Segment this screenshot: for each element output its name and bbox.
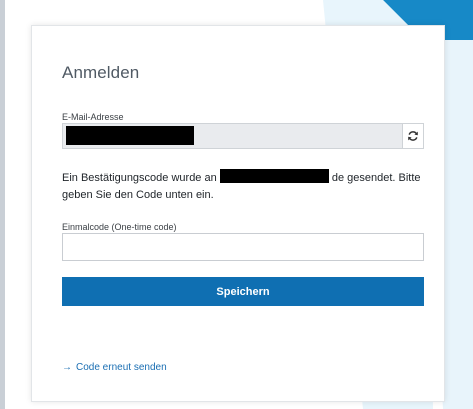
email-redaction	[66, 126, 194, 145]
login-card: Anmelden E-Mail-Adresse Ein Bestätigungs…	[31, 25, 445, 402]
resend-code-label: Code erneut senden	[76, 362, 167, 373]
info-text: Ein Bestätigungscode wurde an de gesende…	[62, 169, 427, 204]
resend-code-link[interactable]: → Code erneut senden	[62, 362, 167, 373]
page: Anmelden E-Mail-Adresse Ein Bestätigungs…	[0, 0, 473, 409]
page-title: Anmelden	[62, 63, 140, 82]
refresh-button[interactable]	[402, 124, 423, 148]
email-field	[62, 123, 424, 149]
otp-label: Einmalcode (One-time code)	[62, 222, 177, 232]
email-redaction-inline	[219, 169, 329, 183]
window-frame-edge	[0, 0, 5, 409]
arrow-right-icon: →	[62, 362, 72, 373]
save-button[interactable]: Speichern	[62, 277, 424, 306]
email-label: E-Mail-Adresse	[62, 112, 124, 122]
refresh-icon	[408, 131, 418, 141]
info-text-part1: Ein Bestätigungscode wurde an	[62, 172, 220, 184]
otp-input[interactable]	[62, 233, 424, 261]
